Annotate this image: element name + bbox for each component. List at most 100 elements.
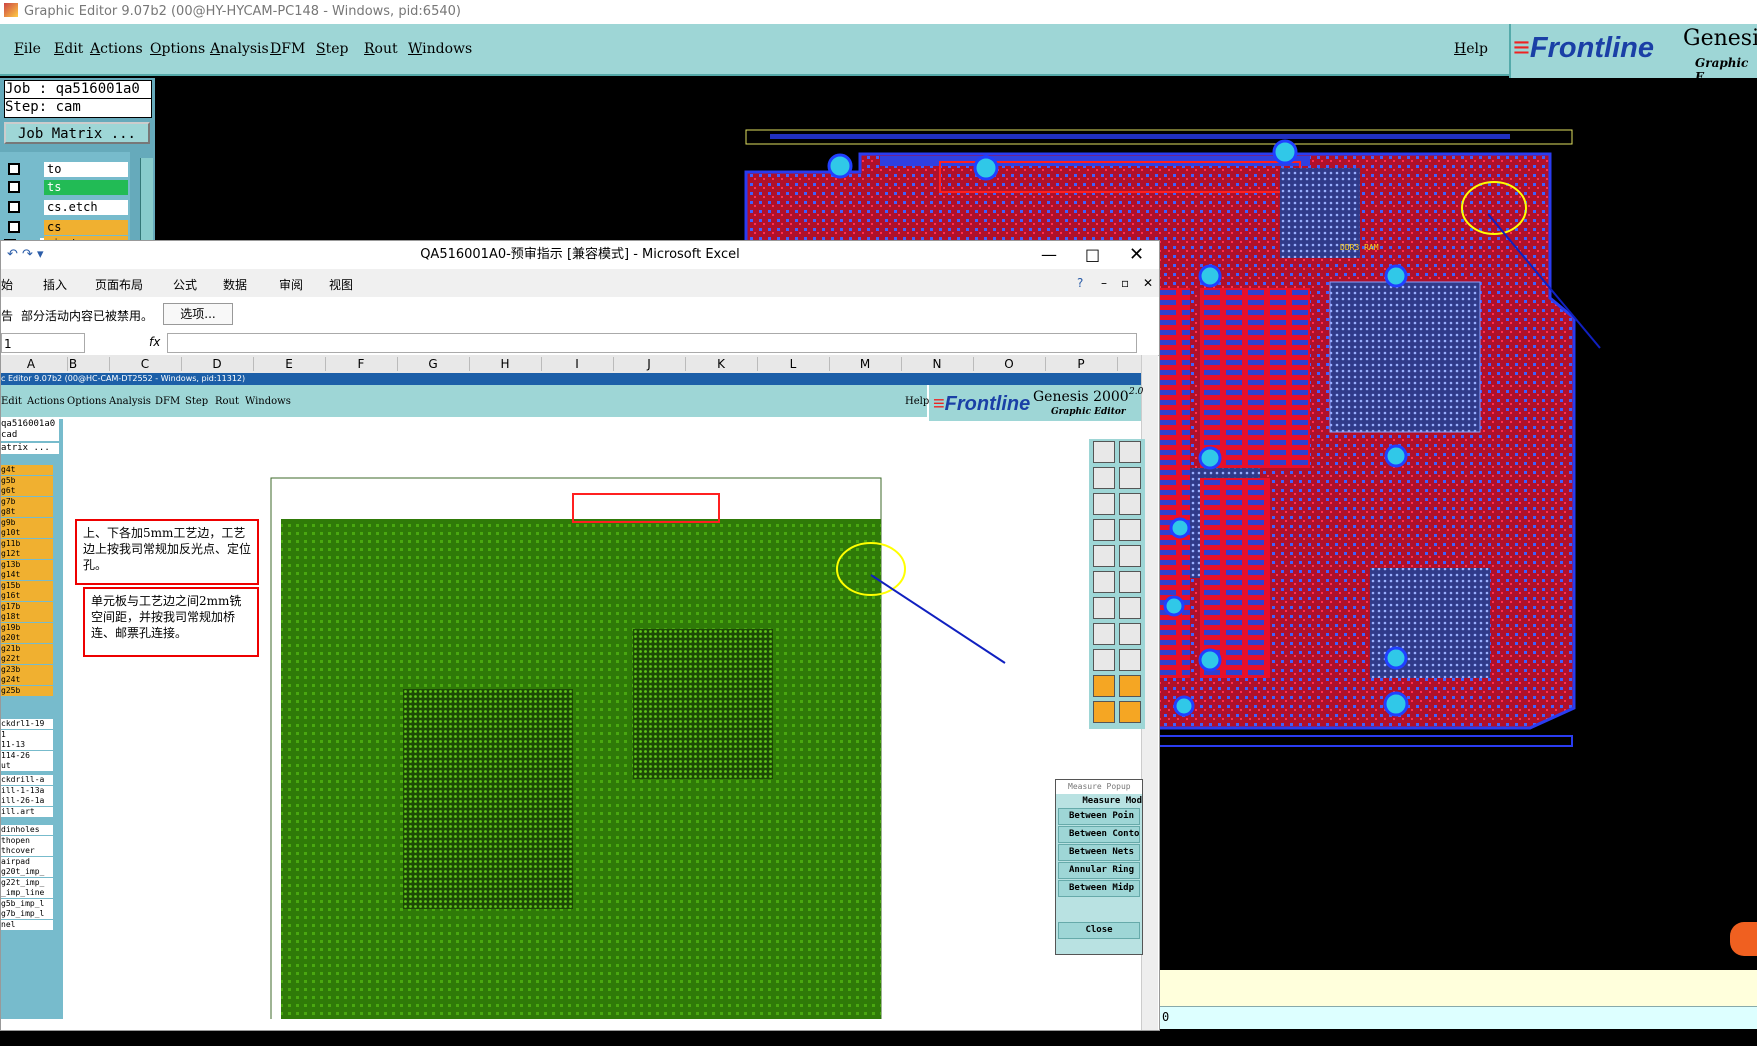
inner-layer-item[interactable]: g18t bbox=[1, 612, 53, 622]
inner-layer-item[interactable]: g16t bbox=[1, 591, 53, 601]
menu-analysis[interactable]: Analysis bbox=[210, 41, 269, 57]
inner-layer-item[interactable]: thopen bbox=[1, 835, 53, 846]
menu-options[interactable]: Options bbox=[150, 41, 205, 57]
tool-icon[interactable] bbox=[1093, 597, 1115, 619]
tool-icon[interactable] bbox=[1093, 701, 1115, 723]
inner-layer-item[interactable]: g20t bbox=[1, 633, 53, 643]
tool-icon[interactable] bbox=[1119, 519, 1141, 541]
column-header[interactable]: M bbox=[829, 357, 902, 371]
tool-icon[interactable] bbox=[1119, 545, 1141, 567]
menu-step[interactable]: Step bbox=[316, 41, 348, 57]
inner-layer-item[interactable]: g7b bbox=[1, 496, 53, 507]
inner-job-matrix[interactable]: atrix ... bbox=[1, 443, 59, 454]
fx-icon[interactable]: fx bbox=[149, 335, 160, 349]
tab-review[interactable]: 审阅 bbox=[279, 276, 303, 293]
inner-layer-item[interactable]: g20t_imp_ bbox=[1, 867, 53, 877]
layer-row-to[interactable]: to bbox=[8, 162, 128, 178]
column-header[interactable]: N bbox=[901, 357, 974, 371]
inner-layer-item[interactable]: ill-1-13a bbox=[1, 785, 53, 796]
inner-layer-item[interactable]: thcover bbox=[1, 846, 53, 856]
tool-icon[interactable] bbox=[1093, 649, 1115, 671]
column-header[interactable]: G bbox=[397, 357, 470, 371]
inner-layer-item[interactable]: 11-13 bbox=[1, 740, 53, 750]
minimize-icon[interactable]: — bbox=[1041, 241, 1057, 269]
ribbon-close-icon[interactable]: ✕ bbox=[1143, 276, 1153, 290]
inner-layer-item[interactable]: g8t bbox=[1, 507, 53, 517]
inner-layer-item[interactable]: g22t_imp_ bbox=[1, 877, 53, 888]
inner-layer-item[interactable]: g4t bbox=[1, 465, 53, 475]
column-header[interactable]: K bbox=[685, 357, 758, 371]
tool-icon[interactable] bbox=[1093, 545, 1115, 567]
tool-icon[interactable] bbox=[1093, 675, 1115, 697]
column-header[interactable]: E bbox=[253, 357, 326, 371]
tab-page-layout[interactable]: 页面布局 bbox=[95, 276, 143, 293]
inner-layer-item[interactable]: ut bbox=[1, 761, 53, 771]
menu-help[interactable]: Help bbox=[1454, 41, 1488, 57]
measure-option[interactable]: Between Poin bbox=[1058, 808, 1140, 825]
inner-layer-item[interactable]: g6t bbox=[1, 486, 53, 496]
menu-edit[interactable]: Edit bbox=[54, 41, 83, 57]
inner-layer-item[interactable]: airpad bbox=[1, 856, 53, 867]
tab-insert[interactable]: 插入 bbox=[43, 276, 67, 293]
menu-file[interactable]: File bbox=[14, 41, 41, 57]
inner-layer-item[interactable]: ill.art bbox=[1, 806, 53, 817]
layer-row-cs[interactable]: cs bbox=[8, 220, 128, 236]
name-box[interactable]: 1 bbox=[1, 333, 85, 353]
column-header[interactable]: H bbox=[469, 357, 542, 371]
tab-view[interactable]: 视图 bbox=[329, 276, 353, 293]
tool-icon[interactable] bbox=[1119, 701, 1141, 723]
column-header[interactable]: P bbox=[1045, 357, 1118, 371]
tool-icon[interactable] bbox=[1119, 597, 1141, 619]
inner-layer-item[interactable]: g9b bbox=[1, 517, 53, 528]
inner-layer-item[interactable]: dinholes bbox=[1, 825, 53, 835]
menu-actions[interactable]: Actions bbox=[90, 41, 143, 57]
options-button[interactable]: 选项... bbox=[163, 303, 233, 325]
inner-layer-item[interactable]: 1 bbox=[1, 729, 53, 740]
layer-row-cs-etch[interactable]: cs.etch bbox=[8, 200, 128, 216]
column-header[interactable]: B bbox=[37, 357, 110, 371]
ribbon-minimize-icon[interactable]: – bbox=[1101, 276, 1107, 290]
tool-icon[interactable] bbox=[1119, 571, 1141, 593]
inner-layer-item[interactable]: g14t bbox=[1, 570, 53, 580]
inner-layer-item[interactable]: g21b bbox=[1, 643, 53, 654]
tool-icon[interactable] bbox=[1119, 441, 1141, 463]
column-header[interactable]: D bbox=[181, 357, 254, 371]
inner-layer-item[interactable]: g23b bbox=[1, 664, 53, 675]
column-header[interactable]: I bbox=[541, 357, 614, 371]
inner-layer-item[interactable]: g15b bbox=[1, 580, 53, 591]
inner-layer-item[interactable]: g13b bbox=[1, 559, 53, 570]
inner-layer-item[interactable]: nel bbox=[1, 919, 53, 930]
measure-option[interactable]: Annular Ring bbox=[1058, 862, 1140, 879]
tool-icon[interactable] bbox=[1119, 493, 1141, 515]
column-header[interactable]: L bbox=[757, 357, 830, 371]
measure-option[interactable]: Between Nets bbox=[1058, 844, 1140, 861]
menu-rout[interactable]: Rout bbox=[364, 41, 398, 57]
tool-icon[interactable] bbox=[1119, 623, 1141, 645]
layer-row-ts[interactable]: ts bbox=[8, 180, 128, 196]
tool-icon[interactable] bbox=[1093, 571, 1115, 593]
tab-data[interactable]: 数据 bbox=[223, 276, 247, 293]
inner-layer-item[interactable]: 114-26 bbox=[1, 750, 53, 761]
inner-layer-item[interactable]: ckdrl1-19 bbox=[1, 719, 53, 729]
tool-icon[interactable] bbox=[1093, 493, 1115, 515]
inner-layer-item[interactable]: g19b bbox=[1, 622, 53, 633]
measure-option[interactable]: Between Conto bbox=[1058, 826, 1140, 843]
inner-layer-item[interactable]: g11b bbox=[1, 538, 53, 549]
column-header[interactable]: O bbox=[973, 357, 1046, 371]
column-header[interactable]: C bbox=[109, 357, 182, 371]
tool-icon[interactable] bbox=[1093, 623, 1115, 645]
inner-layer-item[interactable]: _imp_line bbox=[1, 888, 53, 898]
side-widget-icon[interactable] bbox=[1730, 922, 1757, 956]
inner-layer-item[interactable]: g25b bbox=[1, 685, 53, 696]
tool-icon[interactable] bbox=[1093, 519, 1115, 541]
column-header[interactable]: F bbox=[325, 357, 398, 371]
inner-layer-item[interactable]: g24t bbox=[1, 675, 53, 685]
inner-layer-item[interactable]: ckdrill-a bbox=[1, 775, 53, 785]
measure-close-button[interactable]: Close bbox=[1058, 922, 1140, 939]
menu-windows[interactable]: Windows bbox=[408, 41, 472, 57]
inner-layer-item[interactable]: g17b bbox=[1, 601, 53, 612]
tab-formulas[interactable]: 公式 bbox=[173, 276, 197, 293]
maximize-icon[interactable]: □ bbox=[1085, 241, 1100, 269]
formula-input[interactable] bbox=[167, 333, 1137, 353]
close-icon[interactable]: ✕ bbox=[1129, 241, 1144, 269]
